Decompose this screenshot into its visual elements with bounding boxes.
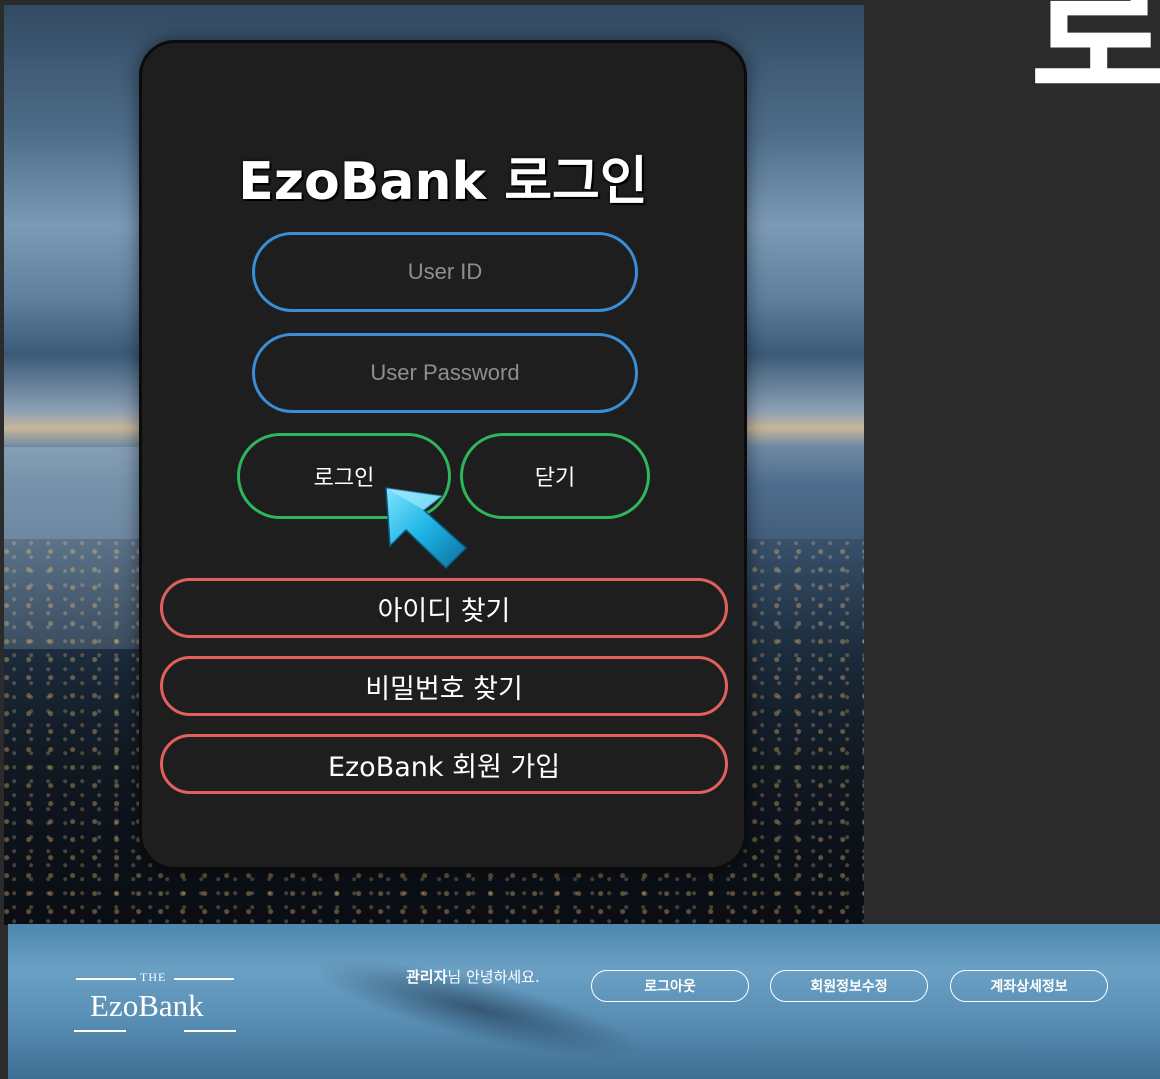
logo-rule-right [174,978,234,980]
account-details-label: 계좌상세정보 [990,979,1068,995]
find-id-label: 아이디 찾기 [377,595,511,627]
login-title: EzoBank 로그인 [238,152,648,212]
password-input[interactable] [252,333,638,413]
find-password-label: 비밀번호 찾기 [365,673,523,705]
signup-label: EzoBank 회원 가입 [327,751,561,783]
user-id-input[interactable] [252,232,638,312]
edit-profile-label: 회원정보수정 [810,979,888,995]
edit-profile-button[interactable]: 회원정보수정 [770,970,928,1002]
cropped-heading-text: 로 [1030,0,1160,122]
cursor-arrow-icon [385,487,468,570]
greeting-text: 관리자님 안녕하세요. [406,966,540,987]
logo-rule-bottom-right [184,1030,236,1032]
find-password-button[interactable]: 비밀번호 찾기 [160,656,728,716]
find-id-button[interactable]: 아이디 찾기 [160,578,728,638]
login-modal: EzoBank 로그인 로그인 닫기 아이디 찾기 비밀번호 찾기 EzoBan… [139,40,747,870]
logo-the-text: THE [140,970,167,984]
greeting-username: 관리자 [406,968,448,986]
logo-brand-text: EzoBank [90,988,204,1023]
signup-button[interactable]: EzoBank 회원 가입 [160,734,728,794]
header-cloud-decoration [305,938,651,1079]
close-button[interactable]: 닫기 [460,433,650,519]
logo-rule-left [76,978,136,980]
site-header: THE EzoBank 관리자님 안녕하세요. 로그아웃 회원정보수정 계좌상세… [8,924,1160,1079]
logout-label: 로그아웃 [644,979,696,995]
account-details-button[interactable]: 계좌상세정보 [950,970,1108,1002]
ezobank-logo[interactable]: THE EzoBank [70,970,240,1034]
login-button-label: 로그인 [313,466,375,491]
logo-rule-bottom-left [74,1030,126,1032]
greeting-suffix: 님 안녕하세요. [447,968,540,986]
logout-button[interactable]: 로그아웃 [591,970,749,1002]
close-button-label: 닫기 [534,466,576,491]
